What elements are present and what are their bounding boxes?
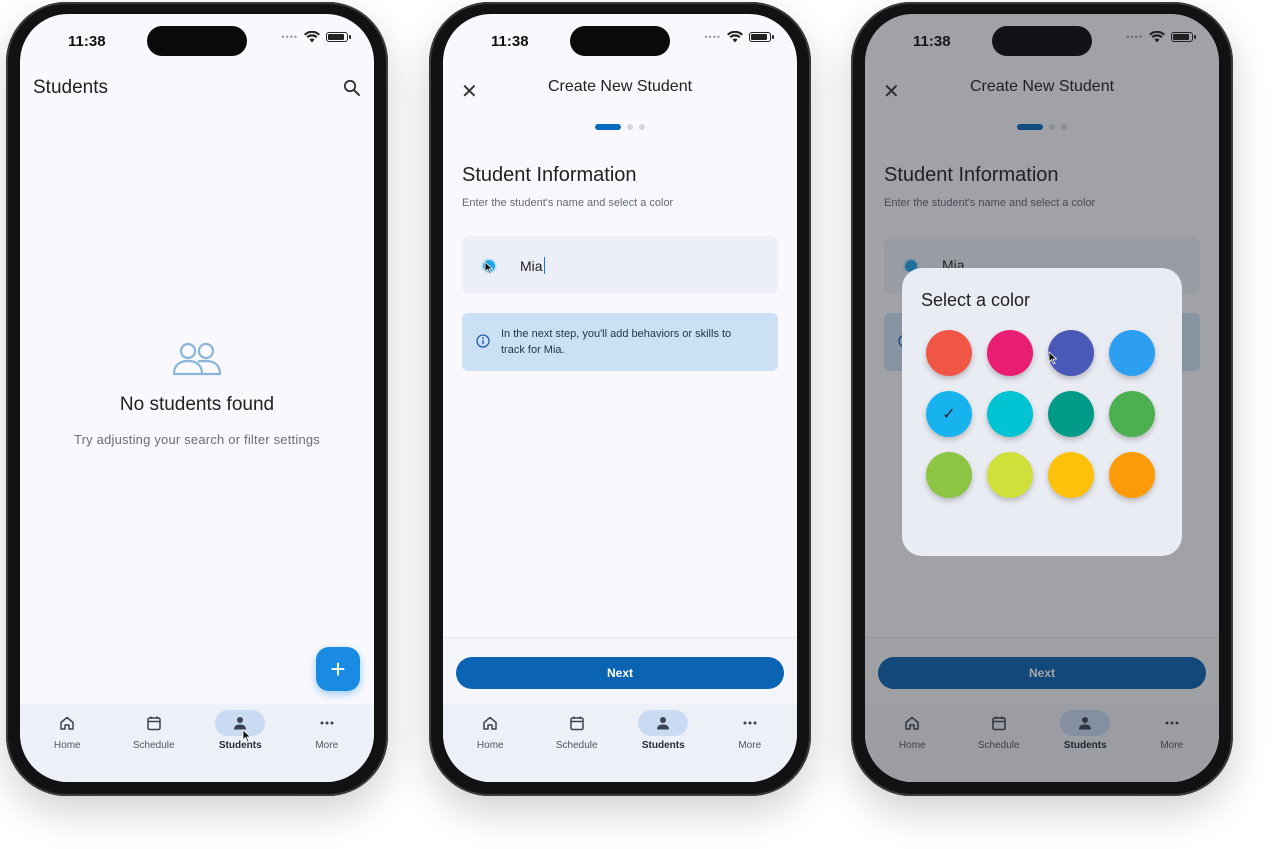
- color-swatch[interactable]: [926, 452, 972, 498]
- page-title: Students: [33, 77, 108, 98]
- status-icons: ••••: [281, 31, 351, 43]
- info-text: In the next step, you'll add behaviors o…: [501, 328, 732, 356]
- nav-label: Students: [218, 740, 262, 751]
- wifi-icon: [727, 31, 743, 43]
- home-icon: [60, 716, 74, 730]
- nav-label: More: [738, 740, 762, 751]
- info-icon: [476, 334, 490, 348]
- page-title: Create New Student: [547, 78, 693, 95]
- nav-label: Home: [53, 740, 81, 751]
- next-button[interactable]: Next: [456, 657, 784, 689]
- nav-item-home[interactable]: Home: [27, 704, 107, 782]
- nav-item-students[interactable]: Students: [200, 704, 280, 782]
- screen: 11:38 •••• Students No students found Tr…: [20, 14, 374, 782]
- phone-color-picker: 11:38 •••• ✕ Create New Student Student …: [851, 2, 1233, 796]
- check-icon: ✓: [942, 406, 956, 423]
- empty-title: No students found: [119, 394, 275, 415]
- section-title: Student Information: [462, 164, 637, 186]
- signal-icon: ••••: [281, 32, 298, 42]
- mouse-cursor-icon: [484, 261, 494, 275]
- student-name-input[interactable]: Mia: [520, 257, 546, 274]
- color-swatch[interactable]: [1109, 330, 1155, 376]
- calendar-icon: [147, 716, 161, 731]
- nav-label: Schedule: [555, 740, 598, 751]
- nav-label: Home: [476, 740, 504, 751]
- text-caret: [543, 257, 546, 274]
- color-swatch[interactable]: [1048, 391, 1094, 437]
- bottom-nav: Home Schedule Students More: [443, 704, 797, 782]
- nav-item-schedule[interactable]: Schedule: [114, 704, 194, 782]
- mouse-cursor-icon: [1048, 351, 1058, 365]
- nav-label: More: [315, 740, 339, 751]
- screen: 11:38 •••• ✕ Create New Student Student …: [865, 14, 1219, 782]
- phone-create-student: 11:38 •••• ✕ Create New Student Student …: [429, 2, 811, 796]
- screen: 11:38 •••• ✕ Create New Student Student …: [443, 14, 797, 782]
- step-1-active: [595, 124, 621, 130]
- nav-label: Schedule: [132, 740, 175, 751]
- people-icon: [172, 342, 222, 376]
- info-banner: In the next step, you'll add behaviors o…: [462, 313, 778, 371]
- color-swatch-grid: ✓: [926, 330, 1155, 498]
- phone-students-list: 11:38 •••• Students No students found Tr…: [6, 2, 388, 796]
- student-name-field[interactable]: Mia: [462, 236, 778, 294]
- dynamic-island: [147, 26, 247, 56]
- signal-icon: ••••: [704, 32, 721, 42]
- color-swatch[interactable]: [987, 452, 1033, 498]
- empty-state: No students found Try adjusting your sea…: [20, 341, 374, 447]
- color-swatch[interactable]: [987, 391, 1033, 437]
- status-time: 11:38: [491, 33, 529, 50]
- mouse-cursor-icon: [242, 729, 252, 743]
- color-swatch[interactable]: [1109, 391, 1155, 437]
- wifi-icon: [304, 31, 320, 43]
- dynamic-island: [570, 26, 670, 56]
- home-icon: [483, 716, 497, 730]
- calendar-icon: [570, 716, 584, 731]
- color-picker-dialog: Select a color ✓: [902, 268, 1182, 556]
- step-3: [639, 124, 645, 130]
- more-horizontal-icon: [320, 721, 334, 725]
- color-swatch[interactable]: [1109, 452, 1155, 498]
- battery-icon: [326, 32, 351, 42]
- nav-item-students[interactable]: Students: [623, 704, 703, 782]
- section-subtitle: Enter the student's name and select a co…: [462, 197, 674, 209]
- nav-item-home[interactable]: Home: [450, 704, 530, 782]
- person-icon: [657, 717, 670, 730]
- add-student-button[interactable]: +: [316, 647, 360, 691]
- status-icons: ••••: [704, 31, 774, 43]
- empty-subtitle: Try adjusting your search or filter sett…: [73, 432, 321, 447]
- color-swatch[interactable]: [987, 330, 1033, 376]
- dialog-title: Select a color: [921, 290, 1031, 310]
- color-swatch[interactable]: [1048, 452, 1094, 498]
- color-swatch[interactable]: [926, 330, 972, 376]
- bottom-nav: Home Schedule Students More: [20, 704, 374, 782]
- nav-item-schedule[interactable]: Schedule: [537, 704, 617, 782]
- nav-item-more[interactable]: More: [710, 704, 790, 782]
- color-swatch[interactable]: ✓: [926, 391, 972, 437]
- nav-label: Students: [641, 740, 685, 751]
- search-icon[interactable]: [342, 78, 362, 98]
- more-horizontal-icon: [743, 721, 757, 725]
- battery-icon: [749, 32, 774, 42]
- step-indicator: [443, 124, 797, 130]
- step-2: [627, 124, 633, 130]
- status-time: 11:38: [68, 33, 106, 50]
- nav-item-more[interactable]: More: [287, 704, 367, 782]
